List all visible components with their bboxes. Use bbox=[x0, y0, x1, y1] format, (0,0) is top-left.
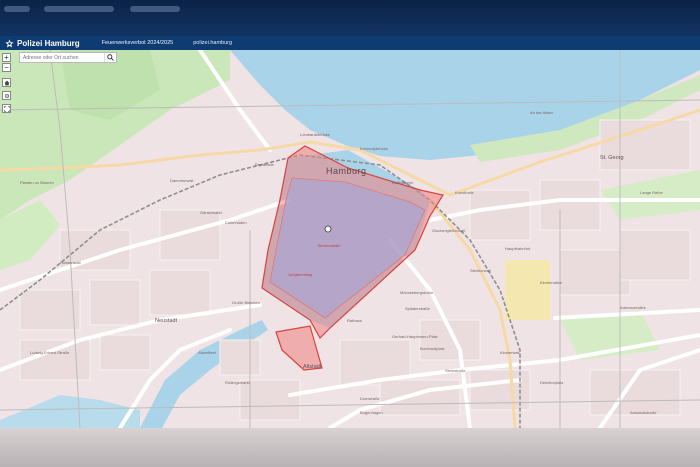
zoom-in-button[interactable]: + bbox=[2, 53, 11, 62]
label-jungfernstieg: Jungfernstieg bbox=[288, 272, 313, 277]
page-subtitle[interactable]: Feuerwerksverbot 2024/2025 bbox=[102, 40, 174, 46]
label-altstadt: Altstadt bbox=[303, 364, 322, 370]
label-gerhart-hauptmann-platz: Gerhart-Hauptmann-Platz bbox=[392, 334, 438, 339]
search-icon[interactable] bbox=[103, 53, 116, 62]
label-alsterfleet: Alsterfleet bbox=[198, 350, 216, 355]
label-ballindamm: Ballindamm bbox=[392, 180, 413, 185]
label-glockengiesserwall: Glockengießerwall bbox=[432, 228, 465, 233]
label-hauptbahnhof: Hauptbahnhof bbox=[505, 246, 531, 251]
home-button[interactable] bbox=[2, 78, 11, 87]
browser-top-bar bbox=[0, 0, 700, 36]
label-rodingsmarkt: Rödingsmarkt bbox=[225, 380, 250, 385]
label-burchardplatz: Burchardplatz bbox=[420, 346, 445, 351]
page-bottom-blur bbox=[0, 428, 700, 467]
label-kunsthalle: Kunsthalle bbox=[455, 190, 474, 195]
zoom-out-button[interactable]: − bbox=[2, 63, 11, 72]
label-steinstrasse: Steinstraße bbox=[445, 368, 466, 373]
label-hamburg: Hamburg bbox=[326, 166, 367, 176]
label-deichtorplatz: Deichtorplatz bbox=[540, 380, 564, 385]
label-dammtor: Dammtorwall bbox=[170, 178, 194, 183]
label-kirchenallee: Kirchenallee bbox=[540, 280, 563, 285]
label-planten: Planten un Blomen bbox=[20, 180, 54, 185]
label-neustadt: Neustadt bbox=[155, 318, 178, 324]
sports-field bbox=[505, 260, 550, 320]
label-spitalerstrasse: Spitalerstraße bbox=[405, 306, 430, 311]
map-view[interactable]: Hamburg Neustadt Altstadt Binnenalster J… bbox=[0, 50, 700, 428]
label-holstenwall: Holstenwall bbox=[60, 260, 81, 265]
label-an-der-alster: An der Alster bbox=[530, 110, 553, 115]
tab-ghost bbox=[130, 6, 180, 12]
fullscreen-button[interactable] bbox=[2, 104, 11, 113]
label-steintorwall: Steintorwall bbox=[470, 268, 491, 273]
fullscreen-icon bbox=[3, 105, 10, 112]
label-kennedybrucke: Kennedybrücke bbox=[360, 146, 388, 151]
tab-ghost bbox=[4, 6, 30, 12]
app-header: Polizei Hamburg Feuerwerksverbot 2024/20… bbox=[0, 36, 700, 50]
label-lange-reihe: Lange Reihe bbox=[640, 190, 663, 195]
label-monckebergstrasse: Mönckebergstraße bbox=[400, 290, 434, 295]
search-input[interactable] bbox=[20, 54, 104, 61]
label-domstrasse: Domstraße bbox=[360, 396, 380, 401]
home-icon bbox=[4, 80, 9, 85]
label-klosterwall: Klosterwall bbox=[500, 350, 520, 355]
address-search[interactable] bbox=[19, 52, 117, 63]
label-adenauerallee: Adenauerallee bbox=[620, 305, 646, 310]
locate-button[interactable] bbox=[2, 91, 11, 100]
map-canvas[interactable] bbox=[0, 50, 700, 428]
label-esplanade: Esplanade bbox=[255, 162, 274, 167]
app-title[interactable]: Polizei Hamburg bbox=[17, 39, 80, 48]
website-link[interactable]: polizei.hamburg bbox=[193, 40, 232, 46]
label-rathaus: Rathaus bbox=[347, 318, 362, 323]
label-binnenalster: Binnenalster bbox=[318, 243, 341, 248]
label-st-georg: St. Georg bbox=[600, 155, 624, 161]
police-star-icon bbox=[4, 38, 14, 48]
label-amsinck: Amsinckstraße bbox=[630, 410, 657, 415]
label-grosse-bleichen: Große Bleichen bbox=[232, 300, 260, 305]
label-bugenhagen: Bugenhagen bbox=[360, 410, 383, 415]
label-lombardsbrucke: Lombardsbrücke bbox=[300, 132, 330, 137]
label-gaensemarkt: Gänsemarkt bbox=[200, 210, 222, 215]
location-marker-icon bbox=[324, 225, 332, 233]
locate-icon bbox=[4, 93, 9, 98]
tab-ghost bbox=[44, 6, 114, 12]
label-ludwig-erhard: Ludwig-Erhard-Straße bbox=[30, 350, 70, 355]
label-colonnaden: Colonnaden bbox=[225, 220, 247, 225]
